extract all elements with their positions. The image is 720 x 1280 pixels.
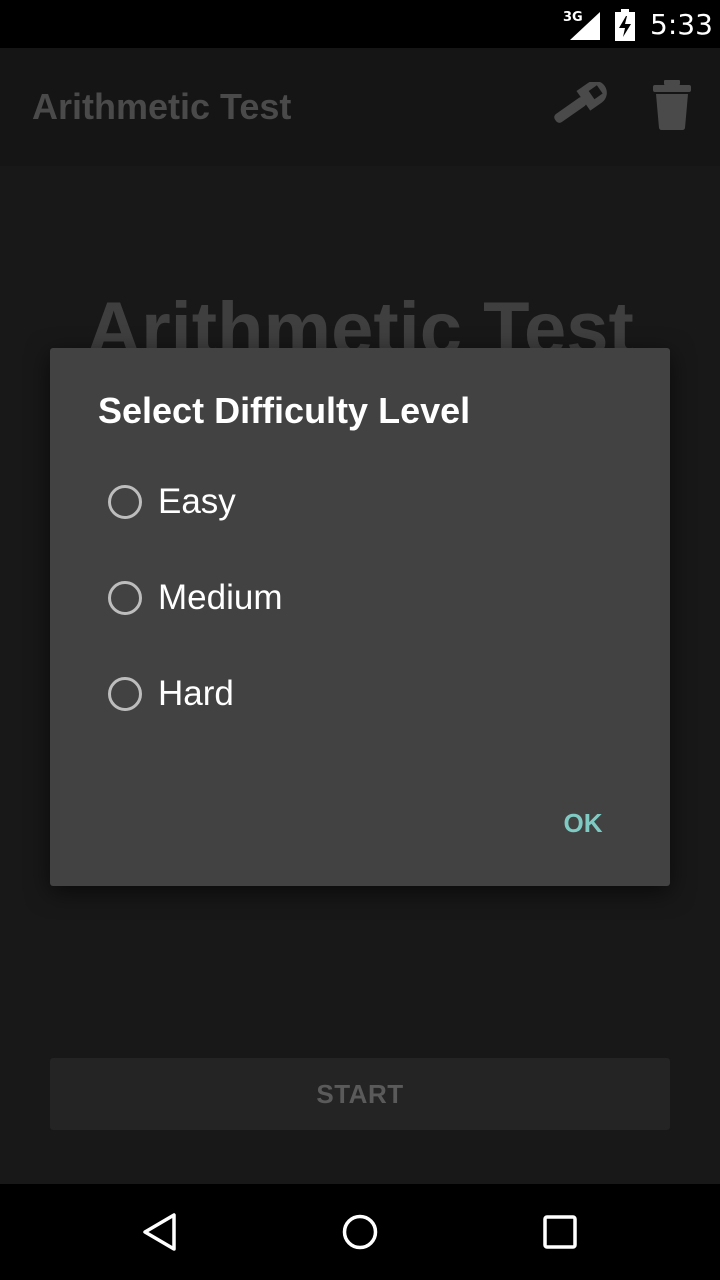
radio-button[interactable] xyxy=(108,677,142,711)
battery-charging-icon xyxy=(615,9,635,41)
clock: 5:33 xyxy=(650,8,713,41)
home-icon xyxy=(342,1214,378,1250)
radio-button[interactable] xyxy=(108,581,142,615)
radio-button[interactable] xyxy=(108,485,142,519)
difficulty-dialog: Select Difficulty Level Easy Medium Hard… xyxy=(50,348,670,886)
app-title: Arithmetic Test xyxy=(32,86,292,127)
wrench-icon[interactable] xyxy=(545,82,607,130)
option-label: Medium xyxy=(158,578,283,617)
option-easy[interactable]: Easy xyxy=(108,470,608,534)
start-button[interactable]: START xyxy=(50,1058,670,1130)
option-hard[interactable]: Hard xyxy=(108,662,608,726)
status-bar: 3G 5:33 xyxy=(0,0,720,48)
option-medium[interactable]: Medium xyxy=(108,566,608,630)
dialog-title: Select Difficulty Level xyxy=(98,390,471,431)
ok-button[interactable]: OK xyxy=(548,796,618,850)
app-bar: Arithmetic Test xyxy=(0,48,720,166)
back-icon xyxy=(143,1213,176,1251)
home-button[interactable] xyxy=(300,1184,420,1280)
trash-icon[interactable] xyxy=(650,80,694,130)
option-label: Hard xyxy=(158,674,234,713)
signal-icon xyxy=(570,12,600,40)
navigation-bar xyxy=(0,1184,720,1280)
recents-button[interactable] xyxy=(500,1184,620,1280)
option-label: Easy xyxy=(158,482,236,521)
back-button[interactable] xyxy=(100,1184,220,1280)
recents-icon xyxy=(543,1215,577,1249)
